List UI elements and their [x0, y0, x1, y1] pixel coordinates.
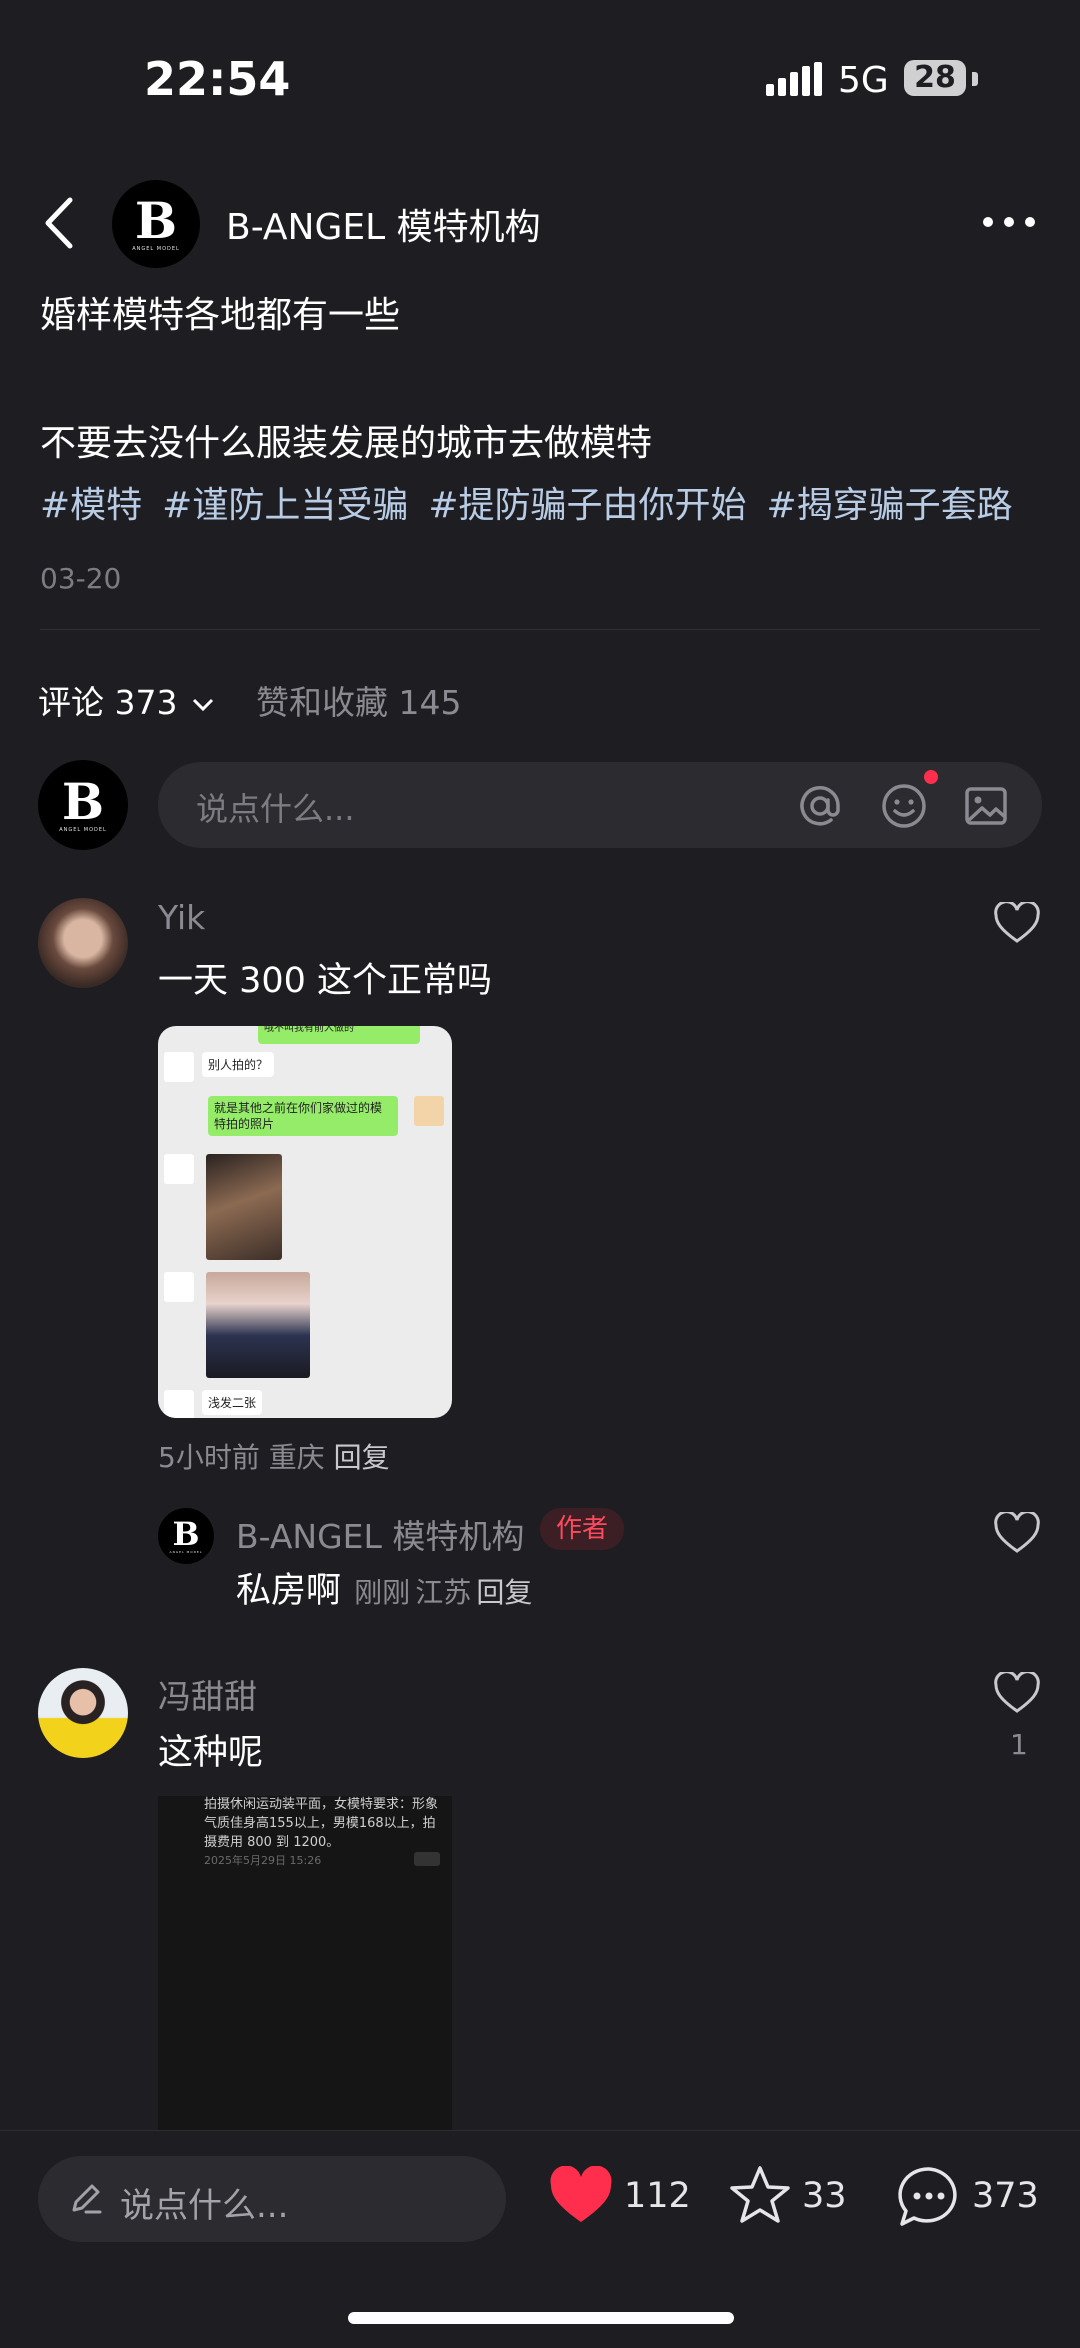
comment-meta: 5小时前 重庆 回复: [158, 1436, 390, 1476]
post-tags: #模特 #谨防上当受骗 #提防骗子由你开始 #揭穿骗子套路: [40, 476, 1033, 528]
chat-bubble: 浅发二张: [202, 1390, 263, 1415]
chat-avatar: [164, 1390, 194, 1418]
comment-like-count: 1: [1010, 1728, 1028, 1761]
battery-icon: 28: [904, 60, 966, 96]
hashtag-link[interactable]: #揭穿骗子套路: [767, 485, 1013, 526]
divider: [40, 629, 1040, 630]
chat-avatar: [164, 1272, 194, 1302]
comment-count: 373: [972, 2176, 1039, 2216]
heart-icon[interactable]: [994, 902, 1040, 944]
account-name[interactable]: B-ANGEL 模特机构: [226, 198, 541, 250]
comment-input-placeholder: 说点什么...: [196, 790, 355, 828]
comment-username[interactable]: 冯甜甜: [158, 1670, 257, 1718]
author-badge: 作者: [540, 1508, 625, 1550]
post-text-line: 不要去没什么服装发展的城市去做模特: [40, 423, 653, 464]
reply-link[interactable]: 回复: [476, 1576, 532, 1609]
logo-letter: B: [172, 1515, 200, 1553]
image-icon[interactable]: [962, 782, 1010, 830]
heart-icon[interactable]: [994, 1512, 1040, 1554]
my-avatar: B ANGEL MODEL: [38, 760, 128, 850]
pencil-icon: [72, 2184, 102, 2214]
reply-avatar[interactable]: B ANGEL MODEL: [158, 1508, 214, 1564]
account-avatar[interactable]: B ANGEL MODEL: [112, 180, 200, 268]
reply-content: 私房啊 刚刚 江苏 回复: [236, 1562, 532, 1613]
heart-icon[interactable]: [994, 1672, 1040, 1714]
signal-icon: [766, 62, 822, 96]
mention-icon[interactable]: [796, 782, 844, 830]
post-date: 03-20: [40, 562, 122, 595]
battery-tip: [972, 72, 978, 86]
notification-dot: [924, 770, 938, 784]
logo-text: ANGEL MODEL: [169, 1550, 203, 1554]
more-icon[interactable]: [982, 212, 1036, 232]
comment-location: 重庆: [268, 1441, 325, 1474]
logo-letter: B: [134, 191, 178, 250]
chevron-down-icon: [192, 698, 214, 711]
back-icon[interactable]: [40, 196, 80, 250]
tab-comments-label: 评论 373: [38, 683, 178, 722]
network-label: 5G: [838, 60, 889, 101]
comment-username[interactable]: Yik: [158, 898, 205, 937]
chat-photo: [206, 1154, 282, 1260]
chat-bubble: 别人拍的？: [202, 1052, 275, 1077]
chat-avatar: [164, 1052, 194, 1082]
reply-text: 私房啊: [236, 1571, 342, 1611]
bottom-input-placeholder: 说点什么...: [120, 2186, 289, 2226]
logo-letter: B: [61, 772, 105, 831]
chat-avatar: [414, 1096, 444, 1126]
tab-comments[interactable]: 评论 373: [38, 676, 214, 724]
comment-text: 一天 300 这个正常吗: [158, 961, 493, 1001]
chat-bubble: 就是其他之前在你们家做过的模特拍的照片: [208, 1096, 398, 1137]
status-time: 22:54: [144, 52, 291, 106]
hashtag-link[interactable]: #模特: [40, 485, 142, 526]
heart-filled-icon[interactable]: [548, 2166, 614, 2226]
chat-photo: [206, 1272, 310, 1378]
home-indicator[interactable]: [348, 2312, 734, 2324]
comment-time: 5小时前: [158, 1441, 260, 1474]
avatar[interactable]: [38, 1668, 128, 1758]
reply-time: 刚刚: [354, 1576, 411, 1609]
chat-timestamp: 2025年5月29日 15:26: [204, 1854, 322, 1867]
hashtag-link[interactable]: #提防骗子由你开始: [428, 485, 746, 526]
comment-image[interactable]: 哦不叫我有前人做的 别人拍的？ 就是其他之前在你们家做过的模特拍的照片 浅发二张: [158, 1026, 452, 1418]
reply-location: 江苏: [415, 1576, 472, 1609]
comment-image[interactable]: 拍摄休闲运动装平面，女模特要求：形象气质佳身高155以上，男模168以上，拍摄费…: [158, 1796, 452, 2130]
emoji-icon[interactable]: [880, 782, 928, 830]
star-icon[interactable]: [728, 2164, 792, 2226]
reply-link[interactable]: 回复: [334, 1441, 390, 1474]
logo-text: ANGEL MODEL: [59, 827, 107, 833]
comment-icon[interactable]: [896, 2164, 962, 2228]
comment-text: 这种呢: [158, 1733, 264, 1773]
reply-username[interactable]: B-ANGEL 模特机构: [236, 1510, 524, 1558]
post-text-line: 婚样模特各地都有一些: [40, 295, 401, 336]
more-icon: [414, 1852, 440, 1866]
hashtag-link[interactable]: #谨防上当受骗: [162, 485, 408, 526]
like-count: 112: [624, 2176, 691, 2216]
avatar[interactable]: [38, 898, 128, 988]
tab-likes-favorites[interactable]: 赞和收藏 145: [256, 676, 461, 724]
chat-avatar: [164, 1154, 194, 1184]
chat-message: 拍摄休闲运动装平面，女模特要求：形象气质佳身高155以上，男模168以上，拍摄费…: [204, 1797, 439, 1850]
chat-bubble: 哦不叫我有前人做的: [258, 1026, 420, 1044]
logo-text: ANGEL MODEL: [132, 246, 180, 252]
favorite-count: 33: [802, 2176, 847, 2216]
